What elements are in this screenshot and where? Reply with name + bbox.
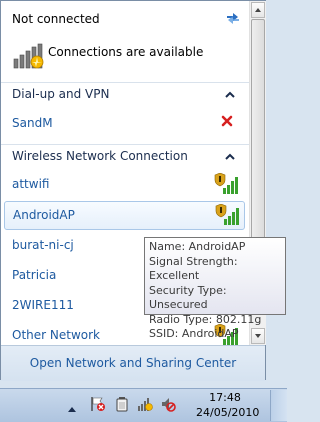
- clock-time: 17:48: [209, 391, 241, 404]
- section-label: Wireless Network Connection: [12, 149, 188, 163]
- chevron-up-icon[interactable]: [225, 89, 235, 99]
- section-dialup-vpn[interactable]: Dial-up and VPN: [1, 82, 249, 105]
- tooltip-security: Security Type: Unsecured: [149, 283, 227, 312]
- connections-available-text: Connections are available: [48, 45, 204, 59]
- battery-icon[interactable]: [114, 396, 130, 412]
- flyout-footer: Open Network and Sharing Center: [1, 345, 265, 381]
- network-name: Other Network: [12, 328, 100, 342]
- tooltip-signal: Signal Strength: Excellent: [149, 254, 238, 283]
- chevron-up-icon[interactable]: [225, 151, 235, 161]
- status-title: Not connected: [12, 12, 100, 26]
- scroll-up-button[interactable]: [251, 2, 265, 18]
- section-label: Dial-up and VPN: [12, 87, 110, 101]
- network-item-attwifi[interactable]: attwifi: [1, 170, 249, 198]
- network-name: Patricia: [12, 268, 57, 282]
- disconnect-x-icon: [221, 115, 233, 127]
- open-network-sharing-center-link[interactable]: Open Network and Sharing Center: [1, 356, 265, 370]
- network-name: burat-ni-cj: [12, 238, 74, 252]
- tooltip-ssid: SSID: AndroidAP: [149, 327, 239, 340]
- section-wireless[interactable]: Wireless Network Connection: [1, 144, 249, 167]
- network-warning-icon: [12, 43, 44, 69]
- connection-status-header: Not connected Connections are available: [1, 1, 249, 77]
- action-center-flag-icon[interactable]: [90, 396, 106, 412]
- tooltip-name: Name: AndroidAP: [149, 240, 246, 253]
- taskbar: 17:48 24/05/2010: [0, 388, 287, 422]
- clock-date: 24/05/2010: [196, 406, 260, 419]
- network-warning-icon[interactable]: [137, 396, 153, 412]
- show-hidden-icons-arrow[interactable]: [68, 401, 76, 412]
- network-item-sandm[interactable]: SandM: [1, 109, 249, 137]
- secured-signal-icon: [215, 203, 241, 226]
- network-details-tooltip: Name: AndroidAP Signal Strength: Excelle…: [144, 237, 286, 340]
- network-name: SandM: [12, 116, 53, 130]
- network-name: 2WIRE111: [12, 298, 74, 312]
- network-name: attwifi: [12, 177, 50, 191]
- network-item-androidap[interactable]: AndroidAP: [4, 201, 245, 230]
- secured-signal-icon: [214, 172, 240, 195]
- network-name: AndroidAP: [13, 208, 75, 222]
- show-desktop-button[interactable]: [270, 390, 287, 421]
- refresh-icon[interactable]: [224, 9, 242, 27]
- volume-muted-icon[interactable]: [160, 396, 176, 412]
- tooltip-radio: Radio Type: 802.11g: [149, 312, 262, 326]
- taskbar-clock[interactable]: 17:48 24/05/2010: [196, 390, 260, 420]
